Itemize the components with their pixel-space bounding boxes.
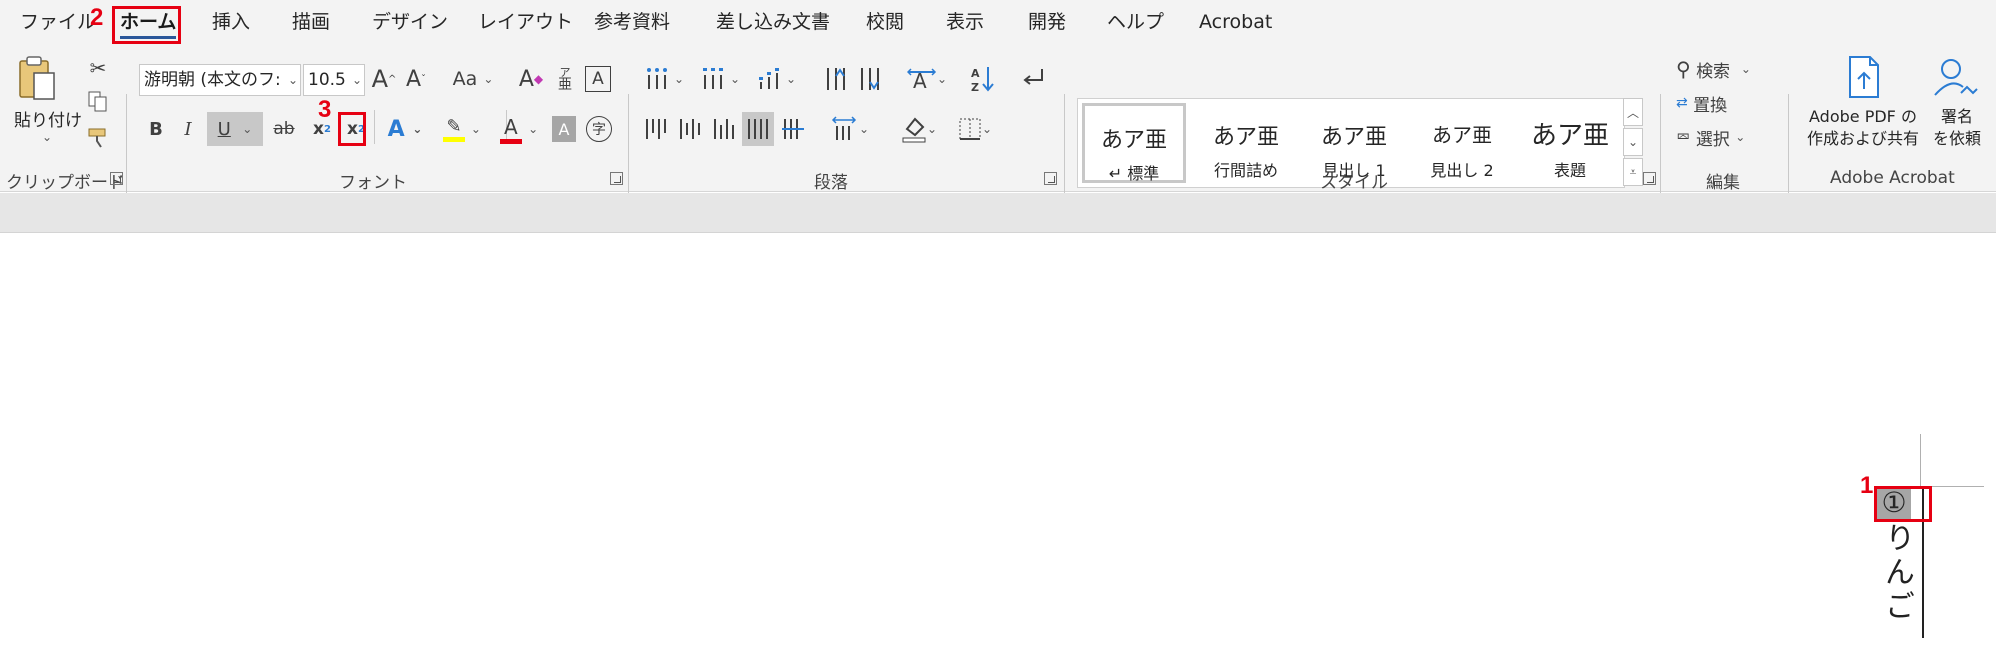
tab-view[interactable]: 表示: [946, 8, 984, 36]
justify-icon[interactable]: [742, 112, 774, 146]
format-painter-icon[interactable]: [86, 126, 112, 150]
cut-icon[interactable]: ✂: [86, 56, 110, 80]
tab-help[interactable]: ヘルプ: [1107, 8, 1164, 36]
tab-acrobat[interactable]: Acrobat: [1199, 8, 1272, 36]
gallery-more-button[interactable]: ⩡: [1623, 158, 1643, 186]
tab-references[interactable]: 参考資料: [594, 8, 670, 36]
ribbon: 貼り付け ⌄ ✂ クリップボード 游明朝 (本文のフ: ⌄ 10.5 ⌄ A ^ …: [0, 44, 1996, 232]
phonetic-guide-button[interactable]: ア亜: [554, 62, 576, 96]
underline-button[interactable]: U ⌄: [207, 112, 263, 146]
font-size-combobox[interactable]: 10.5 ⌄: [303, 64, 365, 96]
style-item-normal[interactable]: あア亜 ↵ 標準: [1082, 103, 1186, 183]
request-signature-button[interactable]: 署名 を依頼: [1926, 106, 1988, 150]
callout-number-3: 3: [318, 96, 332, 123]
ruler-area: [0, 193, 1996, 233]
replace-icon: ⇄: [1676, 95, 1688, 111]
character-shading-button[interactable]: A: [552, 116, 576, 142]
enclose-characters-button[interactable]: 字: [586, 116, 612, 142]
decrease-indent-icon[interactable]: [822, 62, 852, 96]
text-direction-button[interactable]: A ⌄: [900, 62, 954, 96]
tab-layout[interactable]: レイアウト: [478, 8, 573, 36]
style-item-title[interactable]: あア亜 表題: [1518, 103, 1622, 183]
tab-review[interactable]: 校閲: [866, 8, 904, 36]
paste-icon[interactable]: [14, 54, 60, 104]
svg-text:Z: Z: [971, 81, 979, 93]
style-item-no-spacing[interactable]: あア亜 行間詰め: [1194, 103, 1298, 183]
tab-design[interactable]: デザイン: [372, 8, 448, 36]
distributed-icon[interactable]: [778, 114, 808, 144]
multilevel-list-button[interactable]: ⌄: [752, 62, 802, 96]
numbering-button[interactable]: ⌄: [696, 62, 746, 96]
grow-font-button[interactable]: A ^: [370, 62, 398, 96]
font-group-label: フォント: [339, 173, 407, 193]
callout-number-2: 2: [90, 4, 104, 31]
chevron-down-icon: ⌄: [287, 73, 298, 87]
tab-mailings[interactable]: 差し込み文書: [716, 8, 830, 36]
bullets-button[interactable]: ⌄: [640, 62, 690, 96]
change-case-button[interactable]: Aa ⌄: [448, 64, 498, 94]
acrobat-group-label: Adobe Acrobat: [1830, 168, 1955, 188]
divider: [374, 110, 375, 144]
callout-highlight-superscript: [338, 112, 366, 146]
vertical-body-text[interactable]: りんご: [1874, 522, 1918, 624]
ribbon-tab-bar: ファイル ホーム 挿入 描画 デザイン レイアウト 参考資料 差し込み文書 校閲…: [0, 0, 1996, 44]
highlighter-icon: ✎: [443, 116, 466, 142]
bold-button[interactable]: B: [146, 114, 166, 144]
cursor-arrow-icon: ⮹: [1676, 126, 1691, 148]
chevron-down-icon: ⌄: [351, 73, 362, 87]
align-top-icon[interactable]: [642, 114, 670, 144]
paragraph-group-label: 段落: [814, 173, 848, 193]
font-name-value: 游明朝 (本文のフ:: [144, 70, 281, 90]
tab-file[interactable]: ファイル: [20, 8, 96, 36]
search-icon: ⚲: [1676, 57, 1691, 81]
tab-developer[interactable]: 開発: [1028, 8, 1066, 36]
callout-highlight-home-tab: [112, 6, 181, 44]
highlight-color-button[interactable]: ✎ ⌄: [436, 112, 488, 146]
text-effects-button[interactable]: A ⌄: [382, 112, 428, 146]
gallery-scroll-up-button[interactable]: ︿: [1623, 98, 1643, 126]
style-item-heading-2[interactable]: あア亜 見出し 2: [1410, 103, 1514, 183]
editing-group-label: 編集: [1706, 173, 1740, 193]
align-center-icon[interactable]: [676, 114, 704, 144]
increase-indent-icon[interactable]: [856, 62, 886, 96]
create-share-pdf-button[interactable]: Adobe PDF の 作成および共有: [1804, 106, 1922, 150]
sort-icon[interactable]: AZ: [968, 62, 998, 96]
margin-mark-horizontal: [1926, 486, 1984, 487]
shading-button[interactable]: ⌄: [894, 112, 944, 146]
pdf-share-icon[interactable]: [1842, 54, 1886, 100]
character-border-button[interactable]: A: [585, 66, 611, 92]
callout-highlight-selection: [1874, 486, 1932, 522]
italic-button[interactable]: I: [178, 114, 198, 144]
font-dialog-launcher[interactable]: [610, 172, 623, 185]
paste-dropdown-icon[interactable]: ⌄: [40, 130, 54, 144]
request-signature-icon[interactable]: [1932, 54, 1980, 100]
font-size-value: 10.5: [308, 70, 346, 90]
show-formatting-marks-icon[interactable]: [1018, 62, 1048, 96]
replace-button[interactable]: ⇄ 置換: [1676, 88, 1816, 118]
borders-button[interactable]: ⌄: [950, 112, 1000, 146]
tab-draw[interactable]: 描画: [292, 8, 330, 36]
shrink-font-button[interactable]: Aˇ: [402, 62, 430, 96]
font-color-button[interactable]: A ⌄: [494, 112, 544, 146]
line-spacing-button[interactable]: ⌄: [826, 112, 874, 146]
document-canvas[interactable]: ① りんご 1: [0, 234, 1996, 646]
copy-icon[interactable]: [86, 90, 110, 114]
callout-number-1: 1: [1860, 472, 1874, 499]
paste-label[interactable]: 貼り付け: [14, 106, 82, 131]
align-bottom-icon[interactable]: [710, 114, 738, 144]
styles-group-label: スタイル: [1320, 173, 1388, 193]
tab-insert[interactable]: 挿入: [212, 8, 250, 36]
clear-formatting-icon[interactable]: A ◆: [516, 64, 546, 94]
svg-text:A: A: [971, 67, 980, 80]
strikethrough-button[interactable]: ab: [270, 114, 298, 144]
font-name-combobox[interactable]: 游明朝 (本文のフ: ⌄: [139, 64, 301, 96]
margin-mark-vertical: [1920, 434, 1921, 488]
styles-dialog-launcher[interactable]: [1643, 172, 1656, 185]
paragraph-dialog-launcher[interactable]: [1044, 172, 1057, 185]
clipboard-group-label: クリップボード: [6, 173, 125, 193]
gallery-scroll-down-button[interactable]: ⌄: [1623, 128, 1643, 156]
find-button[interactable]: ⚲ 検索 ⌄: [1676, 54, 1816, 84]
clipboard-dialog-launcher[interactable]: [110, 172, 123, 185]
select-button[interactable]: ⮹ 選択 ⌄: [1676, 122, 1816, 152]
